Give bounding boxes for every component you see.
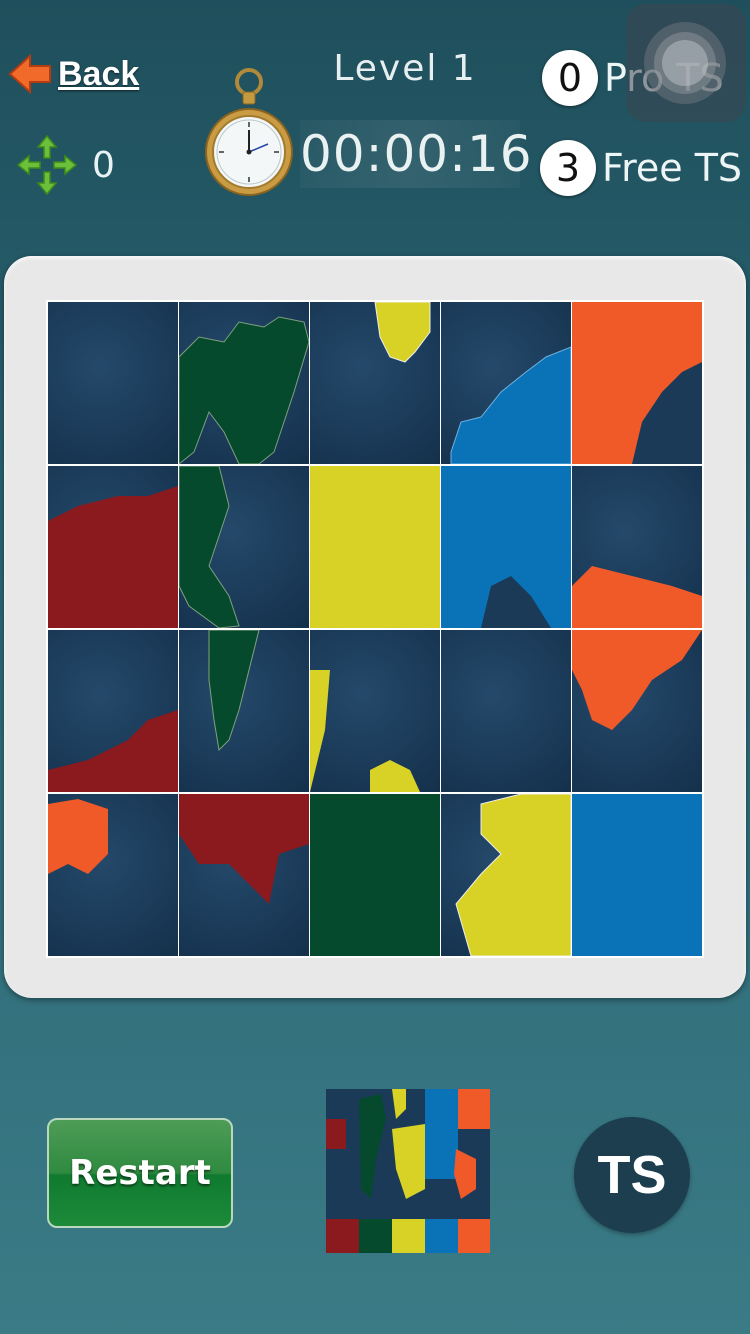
puzzle-tile[interactable]: [441, 630, 571, 792]
puzzle-tile[interactable]: [310, 302, 440, 464]
restart-button[interactable]: Restart: [47, 1118, 233, 1228]
level-label: Level 1: [333, 48, 477, 89]
puzzle-tile[interactable]: [48, 302, 178, 464]
free-ts-counter: 3 Free TS: [540, 140, 742, 196]
free-ts-label: Free TS: [602, 146, 743, 190]
puzzle-tile[interactable]: [48, 466, 178, 628]
puzzle-tile[interactable]: [48, 630, 178, 792]
puzzle-tile[interactable]: [310, 794, 440, 956]
pro-ts-count: 0: [542, 50, 598, 106]
puzzle-tile[interactable]: [310, 466, 440, 628]
moves-count: 0: [92, 144, 115, 186]
puzzle-board: [46, 300, 704, 958]
puzzle-tile[interactable]: [179, 794, 309, 956]
solution-preview-image[interactable]: [326, 1089, 490, 1253]
puzzle-tile[interactable]: [179, 630, 309, 792]
puzzle-tile[interactable]: [572, 630, 702, 792]
back-label: Back: [58, 54, 140, 93]
ts-label: TS: [597, 1145, 667, 1205]
puzzle-tile[interactable]: [572, 302, 702, 464]
puzzle-tile[interactable]: [441, 794, 571, 956]
moves-counter: 0: [16, 134, 115, 196]
restart-label: Restart: [69, 1153, 211, 1193]
back-arrow-icon: [8, 54, 51, 94]
puzzle-tile[interactable]: [572, 466, 702, 628]
puzzle-tile[interactable]: [179, 466, 309, 628]
puzzle-tile[interactable]: [441, 466, 571, 628]
assistive-touch-button[interactable]: [626, 4, 746, 122]
puzzle-tile-empty[interactable]: [572, 794, 702, 956]
pocket-watch-icon: [205, 68, 293, 196]
ts-hint-button[interactable]: TS: [574, 1117, 690, 1233]
back-button[interactable]: Back: [8, 50, 139, 98]
move-arrows-icon: [16, 134, 78, 196]
free-ts-count: 3: [540, 140, 596, 196]
puzzle-tile[interactable]: [441, 302, 571, 464]
puzzle-tile[interactable]: [48, 794, 178, 956]
elapsed-timer: 00:00:16: [300, 120, 532, 188]
puzzle-tile[interactable]: [179, 302, 309, 464]
puzzle-tile[interactable]: [310, 630, 440, 792]
